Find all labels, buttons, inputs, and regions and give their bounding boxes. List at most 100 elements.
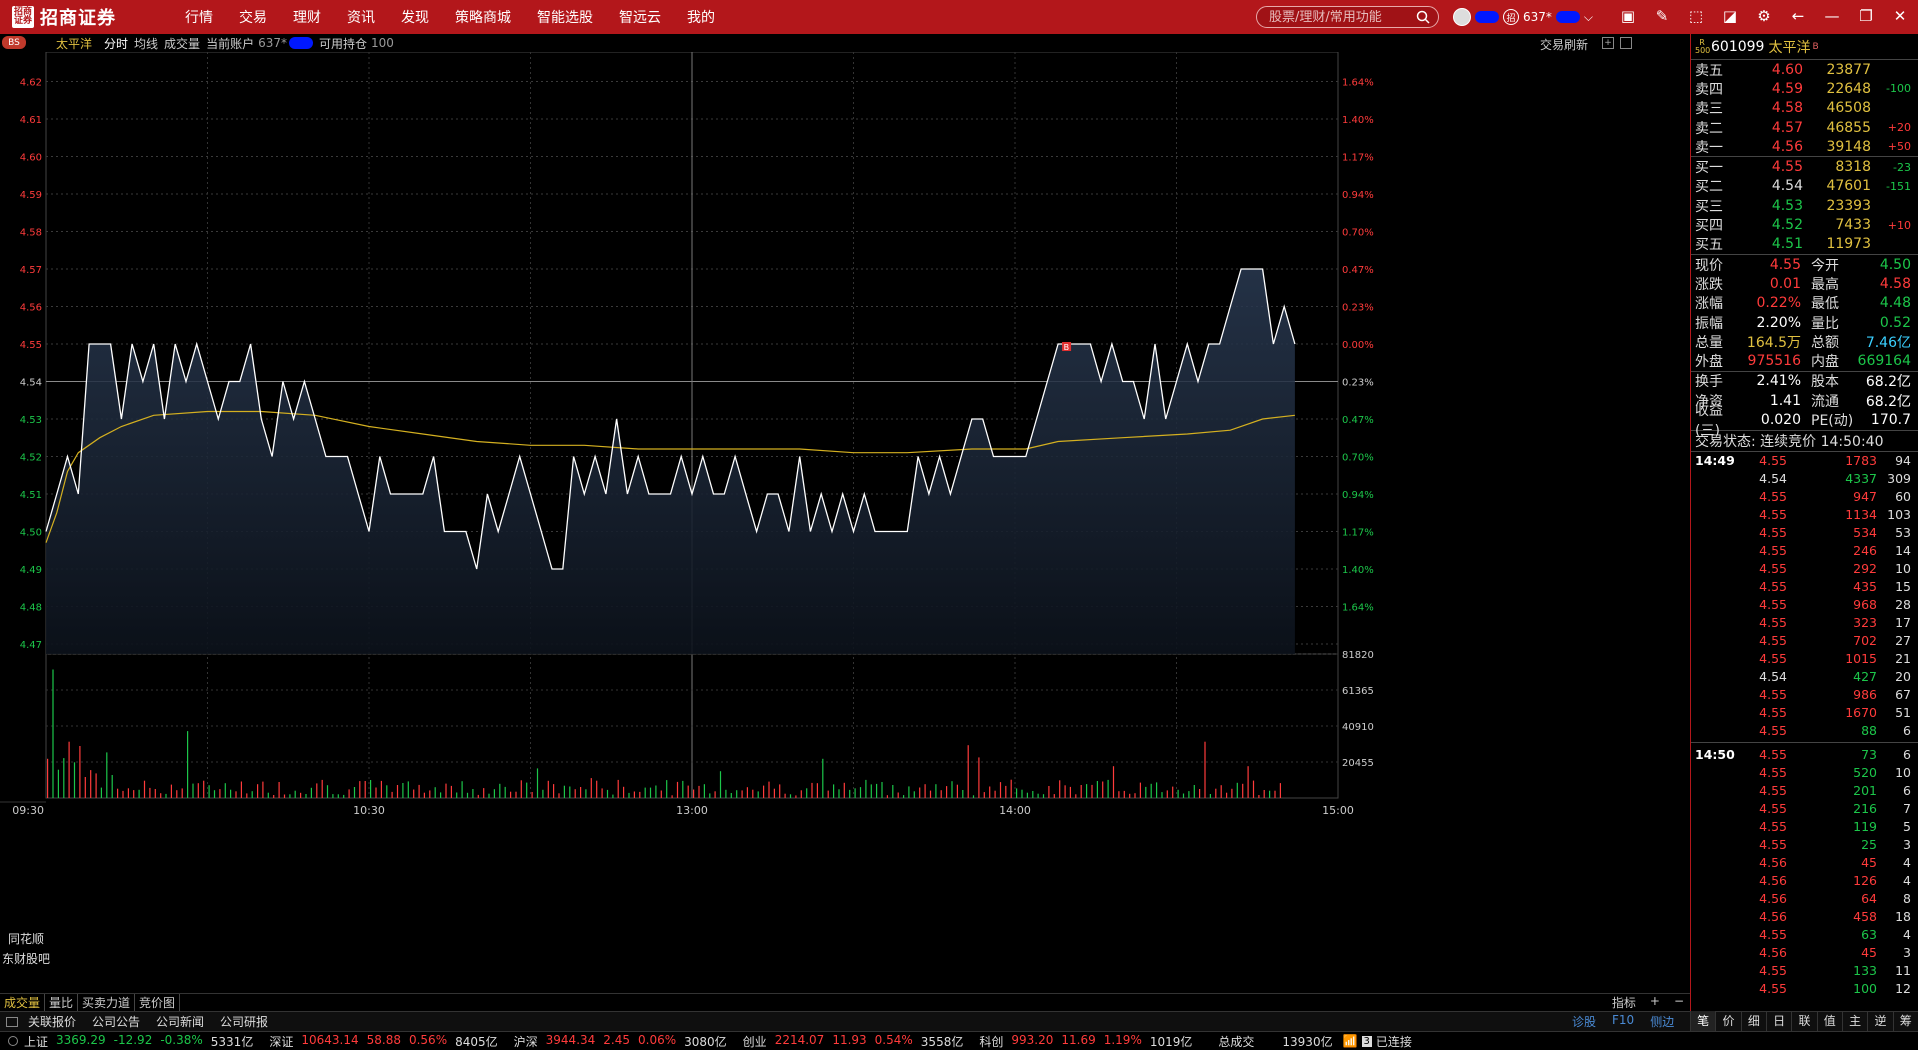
right-tab-7[interactable]: 逆 xyxy=(1867,1011,1892,1031)
stat-value-2: 68.2亿 xyxy=(1865,393,1911,410)
nav-item-0[interactable]: 行情 xyxy=(172,7,226,27)
f10-icon[interactable]: ▣ xyxy=(1618,6,1638,26)
box-icon[interactable]: ⬚ xyxy=(1686,6,1706,26)
bid-row-3[interactable]: 买四 4.52 7433 +10 xyxy=(1691,215,1918,234)
main-nav: 行情 交易 理财 资讯 发现 策略商城 智能选股 智远云 我的 xyxy=(172,7,728,27)
side-link[interactable]: 侧边 xyxy=(1650,1013,1674,1030)
tick-volume: 25 xyxy=(1861,837,1877,853)
stat-row: 换手 2.41% 股本 68.2亿 xyxy=(1691,372,1918,391)
stat-row: 涨跌 0.01 最高 4.58 xyxy=(1691,274,1918,293)
nav-item-3[interactable]: 资讯 xyxy=(334,7,388,27)
price-tick-label: 4.47 xyxy=(20,640,42,651)
bid-row-1[interactable]: 买二 4.54 47601 -151 xyxy=(1691,177,1918,196)
ask-row-0[interactable]: 卖五 4.60 23877 xyxy=(1691,60,1918,79)
restore-icon[interactable]: ❐ xyxy=(1856,6,1876,26)
panel-icon[interactable] xyxy=(6,1016,18,1027)
volume-bar xyxy=(1263,790,1265,798)
add-indicator-button[interactable]: + xyxy=(1650,994,1660,1011)
nav-item-2[interactable]: 理财 xyxy=(280,7,334,27)
bid-row-0[interactable]: 买一 4.55 8318 -23 xyxy=(1691,157,1918,176)
chevron-down-icon[interactable]: ⌵ xyxy=(1584,10,1593,25)
panel-toggle-icon[interactable] xyxy=(1620,37,1632,49)
index-2[interactable]: 沪深 3944.34 2.45 0.06% 3080亿 xyxy=(514,1033,727,1050)
index-4[interactable]: 科创 993.20 11.69 1.19% 1019亿 xyxy=(979,1033,1192,1050)
right-tab-1[interactable]: 价 xyxy=(1715,1011,1740,1031)
nav-item-1[interactable]: 交易 xyxy=(226,7,280,27)
search-input[interactable] xyxy=(1269,9,1409,25)
top-bar: 招商证券 招商证券 行情交易理财资讯发现策略商城智能选股智远云我的 招 637*… xyxy=(0,0,1918,34)
right-tab-0[interactable]: 笔 xyxy=(1690,1011,1716,1031)
nav-item-8[interactable]: 我的 xyxy=(674,7,728,27)
volume-bar xyxy=(456,792,458,798)
order-change: -23 xyxy=(1893,160,1911,174)
right-tab-8[interactable]: 筹 xyxy=(1892,1011,1918,1031)
tick-count: 6 xyxy=(1903,747,1911,763)
tick-count: 4 xyxy=(1903,855,1911,871)
search-icon[interactable] xyxy=(1416,10,1430,24)
index-3[interactable]: 创业 2214.07 11.93 0.54% 3558亿 xyxy=(743,1033,964,1050)
tick-row: 4.55 986 67 xyxy=(1691,686,1918,704)
tab-related-quotes[interactable]: 关联报价 xyxy=(28,1013,76,1030)
tab-buy-sell-force[interactable]: 买卖力道 xyxy=(78,994,136,1011)
ask-row-3[interactable]: 卖二 4.57 46855 +20 xyxy=(1691,118,1918,137)
tick-volume: 45 xyxy=(1861,945,1877,961)
right-tab-3[interactable]: 日 xyxy=(1765,1011,1791,1031)
search-box[interactable] xyxy=(1256,6,1439,28)
user-box[interactable]: 招 637* ⌵ xyxy=(1453,8,1593,26)
volume-bar xyxy=(1188,791,1190,798)
ask-row-4[interactable]: 卖一 4.56 39148 +50 xyxy=(1691,137,1918,156)
tab-company-research[interactable]: 公司研报 xyxy=(220,1013,268,1030)
back-arrow-icon[interactable]: ← xyxy=(1788,6,1808,26)
tab-company-news[interactable]: 公司新闻 xyxy=(156,1013,204,1030)
tab-volume[interactable]: 成交量 xyxy=(0,994,46,1011)
nav-item-7[interactable]: 智远云 xyxy=(606,7,674,27)
tick-count: 12 xyxy=(1895,981,1911,997)
bid-row-2[interactable]: 买三 4.53 23393 xyxy=(1691,196,1918,215)
close-icon[interactable]: ✕ xyxy=(1890,6,1910,26)
right-tab-6[interactable]: 主 xyxy=(1841,1011,1867,1031)
right-tab-2[interactable]: 细 xyxy=(1740,1011,1766,1031)
nav-item-5[interactable]: 策略商城 xyxy=(442,7,524,27)
nav-item-6[interactable]: 智能选股 xyxy=(524,7,606,27)
gear-icon[interactable]: ⚙ xyxy=(1754,6,1774,26)
avatar[interactable] xyxy=(1453,8,1471,26)
volume-bar xyxy=(133,790,135,798)
tab-volume-ratio[interactable]: 量比 xyxy=(45,994,79,1011)
index-0[interactable]: 上证 3369.29 -12.92 -0.38% 5331亿 xyxy=(24,1033,253,1050)
stat-value-2: 0.52 xyxy=(1879,314,1911,331)
edit-icon[interactable]: ✎ xyxy=(1652,6,1672,26)
brand-tonghuashun[interactable]: 同花顺 xyxy=(8,930,44,947)
time-share-chart[interactable]: 4.631.87%4.621.64%4.611.40%4.601.17%4.59… xyxy=(0,52,1690,994)
f10-link[interactable]: F10 xyxy=(1612,1013,1634,1030)
index-1[interactable]: 深证 10643.14 58.88 0.56% 8405亿 xyxy=(269,1033,497,1050)
nav-item-4[interactable]: 发现 xyxy=(388,7,442,27)
volume-bar xyxy=(493,789,495,798)
mode-volume[interactable]: 成交量 xyxy=(164,35,200,52)
add-window-icon[interactable]: + xyxy=(1602,37,1614,49)
bid-row-4[interactable]: 买五 4.51 11973 xyxy=(1691,235,1918,254)
diagnose-link[interactable]: 诊股 xyxy=(1572,1013,1596,1030)
tick-price: 4.55 xyxy=(1759,651,1787,667)
remove-indicator-button[interactable]: − xyxy=(1674,994,1684,1011)
tick-list-2[interactable]: 14:50 4.55 73 6 4.55 520 10 4.55 201 6 4.55 216 7 4.5… xyxy=(1691,746,1918,998)
index-percent: 0.56% xyxy=(408,1032,448,1047)
indicator-button[interactable]: 指标 xyxy=(1612,994,1636,1011)
volume-bar xyxy=(1199,789,1201,798)
tab-auction[interactable]: 竞价图 xyxy=(135,994,181,1011)
tick-price: 4.55 xyxy=(1759,507,1787,523)
trade-refresh-button[interactable]: 交易刷新 xyxy=(1540,36,1588,53)
tab-company-announcements[interactable]: 公司公告 xyxy=(92,1013,140,1030)
minimize-icon[interactable]: — xyxy=(1822,6,1842,26)
right-tab-5[interactable]: 值 xyxy=(1816,1011,1842,1031)
ask-row-1[interactable]: 卖四 4.59 22648 -100 xyxy=(1691,79,1918,98)
mode-time-share[interactable]: 分时 xyxy=(104,35,128,52)
mode-avg-line[interactable]: 均线 xyxy=(134,35,158,52)
tick-volume: 1783 xyxy=(1845,453,1877,469)
tick-row: 4.56 45 3 xyxy=(1691,944,1918,962)
tick-list[interactable]: 14:49 4.55 1783 94 4.54 4337 309 4.55 947 60 4.55 1… xyxy=(1691,452,1918,740)
ask-row-2[interactable]: 卖三 4.58 46508 xyxy=(1691,99,1918,118)
volume-bar xyxy=(176,790,178,798)
brand-dongcai-guba[interactable]: 东财股吧 xyxy=(2,950,50,967)
right-tab-4[interactable]: 联 xyxy=(1791,1011,1816,1031)
chart-tool-icon[interactable]: ◪ xyxy=(1720,6,1740,26)
